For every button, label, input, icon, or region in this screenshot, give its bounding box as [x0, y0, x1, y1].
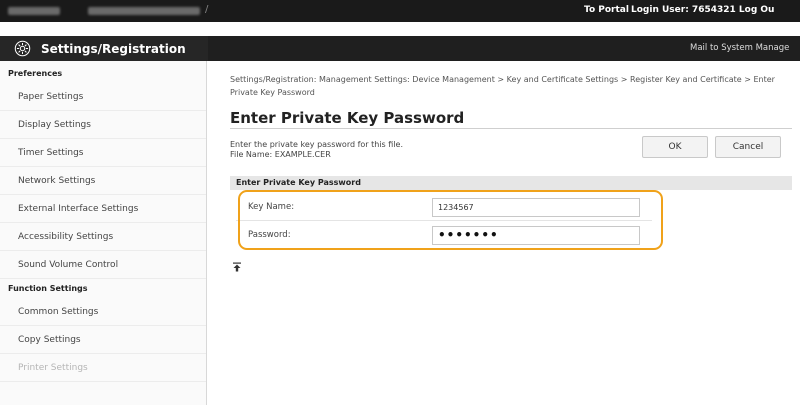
page-header: Settings/Registration Mail to System Man… [0, 36, 800, 61]
ok-button[interactable]: OK [642, 136, 708, 158]
to-portal-link[interactable]: To Portal [584, 5, 629, 15]
password-input[interactable]: ••••••• [432, 226, 640, 245]
key-name-row: Key Name: 1234567 [230, 194, 792, 221]
sidebar-item-printer-settings[interactable]: Printer Settings [0, 354, 206, 382]
sidebar-section-function-settings: Function Settings [8, 284, 88, 293]
mail-to-system-manager-link[interactable]: Mail to System Manage [690, 43, 789, 53]
top-arrow-icon[interactable] [232, 262, 242, 272]
separator: / [205, 4, 209, 15]
sidebar-item-network-settings[interactable]: Network Settings [0, 167, 206, 195]
password-label: Password: [248, 230, 291, 240]
gear-icon [14, 40, 31, 57]
device-name-redacted [8, 7, 60, 15]
key-name-input[interactable]: 1234567 [432, 198, 640, 217]
sidebar-item-accessibility-settings[interactable]: Accessibility Settings [0, 223, 206, 251]
sidebar-item-sound-volume-control[interactable]: Sound Volume Control [0, 251, 206, 279]
sidebar-item-copy-settings[interactable]: Copy Settings [0, 326, 206, 354]
file-name-text: File Name: EXAMPLE.CER [230, 150, 331, 159]
description: Enter the private key password for this … [230, 140, 403, 160]
sidebar-section-preferences: Preferences [8, 69, 63, 78]
key-name-label: Key Name: [248, 202, 295, 212]
sidebar-item-paper-settings[interactable]: Paper Settings [0, 83, 206, 111]
page-title: Enter Private Key Password [230, 109, 465, 127]
sidebar: Preferences Paper Settings Display Setti… [0, 61, 207, 405]
cancel-button[interactable]: Cancel [715, 136, 781, 158]
title-divider [230, 128, 792, 129]
description-instruction: Enter the private key password for this … [230, 140, 403, 149]
password-row: Password: ••••••• [230, 222, 792, 249]
device-address-redacted [88, 7, 200, 15]
top-bar: / To Portal Login User: 7654321 Log Ou [0, 0, 800, 22]
sidebar-item-common-settings[interactable]: Common Settings [0, 298, 206, 326]
main-content: Settings/Registration: Management Settin… [208, 61, 800, 405]
section-header: Enter Private Key Password [230, 176, 792, 190]
sidebar-item-display-settings[interactable]: Display Settings [0, 111, 206, 139]
login-user-info[interactable]: Login User: 7654321 Log Ou [631, 5, 774, 15]
app-title: Settings/Registration [41, 42, 186, 56]
sidebar-item-timer-settings[interactable]: Timer Settings [0, 139, 206, 167]
header-title-area: Settings/Registration [0, 36, 208, 61]
breadcrumb: Settings/Registration: Management Settin… [230, 75, 775, 97]
sidebar-item-external-interface-settings[interactable]: External Interface Settings [0, 195, 206, 223]
